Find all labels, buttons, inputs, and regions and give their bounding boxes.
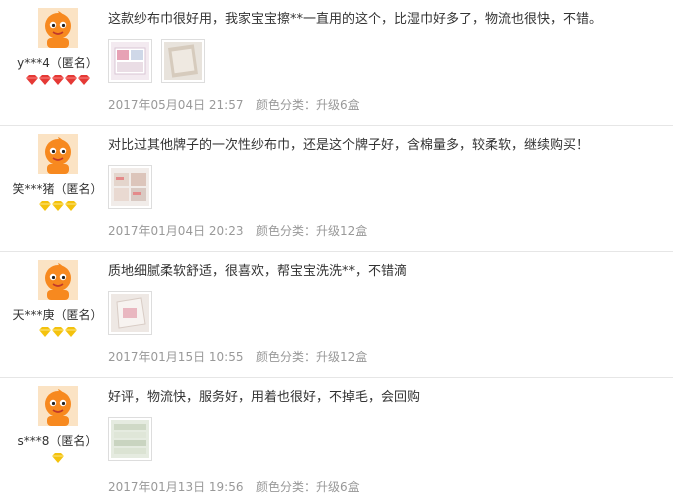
yellow-diamond-icon — [51, 201, 64, 211]
rank-badges — [10, 201, 105, 213]
review-photos — [108, 417, 668, 461]
review-meta: 2017年01月04日 20:23 颜色分类：升级12盒 — [108, 222, 367, 239]
red-diamond-icon — [51, 75, 64, 85]
review-photo-thumbnail[interactable] — [108, 291, 152, 335]
reviewer-name: y***4（匿名） — [17, 56, 98, 70]
review-list: y***4（匿名） 这款纱布巾很好用，我家宝宝擦**一直用的这个，比湿巾好多了，… — [0, 0, 673, 495]
review-date: 2017年05月04日 21:57 — [108, 98, 244, 112]
reviewer-info: 笑***猪（匿名） — [10, 134, 105, 213]
sku-value: 升级12盒 — [316, 224, 368, 238]
review-photo-thumbnail[interactable] — [108, 39, 152, 83]
review-date: 2017年01月13日 19:56 — [108, 480, 244, 494]
yellow-diamond-icon — [51, 327, 64, 337]
reviewer-name: 笑***猪（匿名） — [12, 182, 103, 196]
review-text: 对比过其他牌子的一次性纱布巾，还是这个牌子好，含棉量多，较柔软，继续购买！ — [108, 138, 590, 153]
red-diamond-icon — [64, 75, 77, 85]
review-photos — [108, 291, 668, 335]
sku-label: 颜色分类： — [256, 350, 317, 364]
reviewer-name: s***8（匿名） — [17, 434, 98, 448]
yellow-diamond-icon — [64, 327, 77, 337]
avatar[interactable] — [37, 134, 78, 174]
sku-value: 升级6盒 — [316, 98, 360, 112]
sku-label: 颜色分类： — [256, 98, 317, 112]
review-item: 笑***猪（匿名） 对比过其他牌子的一次性纱布巾，还是这个牌子好，含棉量多，较柔… — [0, 126, 673, 252]
sku-value: 升级12盒 — [316, 350, 368, 364]
avatar[interactable] — [37, 8, 78, 48]
avatar[interactable] — [37, 386, 78, 426]
review-photo-thumbnail[interactable] — [108, 417, 152, 461]
rank-badges — [10, 327, 105, 339]
yellow-diamond-icon — [64, 201, 77, 211]
sku-value: 升级6盒 — [316, 480, 360, 494]
review-content: 质地细腻柔软舒适，很喜欢，帮宝宝洗洗**，不错滴 — [108, 262, 668, 335]
reviewer-info: s***8（匿名） — [10, 386, 105, 465]
review-photos — [108, 165, 668, 209]
red-diamond-icon — [38, 75, 51, 85]
review-photo-thumbnail[interactable] — [108, 165, 152, 209]
review-text: 质地细腻柔软舒适，很喜欢，帮宝宝洗洗**，不错滴 — [108, 264, 408, 279]
review-photos — [108, 39, 668, 83]
review-meta: 2017年01月13日 19:56 颜色分类：升级6盒 — [108, 478, 360, 495]
sku-label: 颜色分类： — [256, 224, 317, 238]
reviewer-info: y***4（匿名） — [10, 8, 105, 87]
red-diamond-icon — [77, 75, 90, 85]
yellow-diamond-icon — [38, 201, 51, 211]
yellow-diamond-icon — [38, 327, 51, 337]
reviewer-info: 天***庚（匿名） — [10, 260, 105, 339]
review-content: 对比过其他牌子的一次性纱布巾，还是这个牌子好，含棉量多，较柔软，继续购买！ — [108, 136, 668, 209]
review-date: 2017年01月04日 20:23 — [108, 224, 244, 238]
review-item: 天***庚（匿名） 质地细腻柔软舒适，很喜欢，帮宝宝洗洗**，不错滴 2017年… — [0, 252, 673, 378]
review-content: 这款纱布巾很好用，我家宝宝擦**一直用的这个，比湿巾好多了，物流也很快，不错。 — [108, 10, 668, 83]
rank-badges — [10, 75, 105, 87]
rank-badges — [10, 453, 105, 465]
sku-label: 颜色分类： — [256, 480, 317, 494]
reviewer-name: 天***庚（匿名） — [12, 308, 103, 322]
yellow-diamond-icon — [51, 453, 64, 463]
review-text: 这款纱布巾很好用，我家宝宝擦**一直用的这个，比湿巾好多了，物流也很快，不错。 — [108, 12, 603, 27]
review-item: y***4（匿名） 这款纱布巾很好用，我家宝宝擦**一直用的这个，比湿巾好多了，… — [0, 0, 673, 126]
review-photo-thumbnail[interactable] — [161, 39, 205, 83]
red-diamond-icon — [25, 75, 38, 85]
review-date: 2017年01月15日 10:55 — [108, 350, 244, 364]
avatar[interactable] — [37, 260, 78, 300]
review-text: 好评，物流快，服务好，用着也很好，不掉毛，会回购 — [108, 390, 421, 405]
review-content: 好评，物流快，服务好，用着也很好，不掉毛，会回购 — [108, 388, 668, 461]
review-meta: 2017年01月15日 10:55 颜色分类：升级12盒 — [108, 348, 367, 365]
review-meta: 2017年05月04日 21:57 颜色分类：升级6盒 — [108, 96, 360, 113]
review-item: s***8（匿名） 好评，物流快，服务好，用着也很好，不掉毛，会回购 2017年… — [0, 378, 673, 495]
